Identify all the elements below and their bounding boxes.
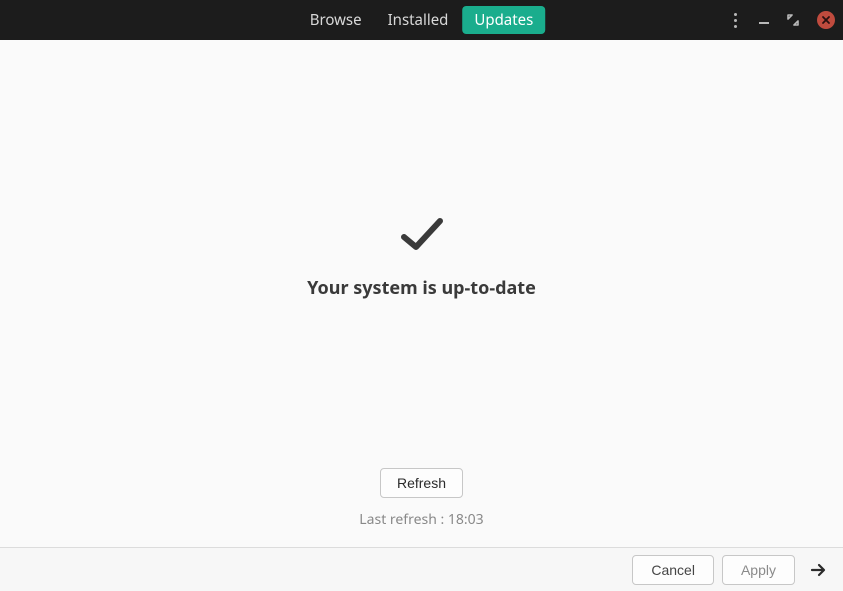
tab-group: Browse Installed Updates [297,0,547,40]
checkmark-icon [400,217,444,258]
last-refresh-text: Last refresh : 18:03 [359,510,483,529]
kebab-menu-icon[interactable] [730,9,741,32]
minimize-icon [759,22,769,24]
header-bar: Browse Installed Updates [0,0,843,40]
status-block: Your system is up-to-date [307,217,536,300]
main-content: Your system is up-to-date Refresh Last r… [0,40,843,547]
status-heading: Your system is up-to-date [307,276,536,300]
close-icon [821,15,831,25]
arrow-right-icon [809,561,827,579]
apply-button: Apply [722,555,795,585]
tab-updates[interactable]: Updates [462,6,545,34]
maximize-icon [787,14,799,26]
refresh-button[interactable]: Refresh [380,468,463,498]
maximize-button[interactable] [787,14,799,26]
next-button[interactable] [803,555,833,585]
cancel-button[interactable]: Cancel [632,555,714,585]
tab-browse[interactable]: Browse [298,6,374,34]
tab-installed[interactable]: Installed [376,6,461,34]
bottom-info: Refresh Last refresh : 18:03 [359,468,483,529]
footer-bar: Cancel Apply [0,547,843,591]
window-controls [730,0,835,40]
close-button[interactable] [817,11,835,29]
minimize-button[interactable] [759,16,769,24]
